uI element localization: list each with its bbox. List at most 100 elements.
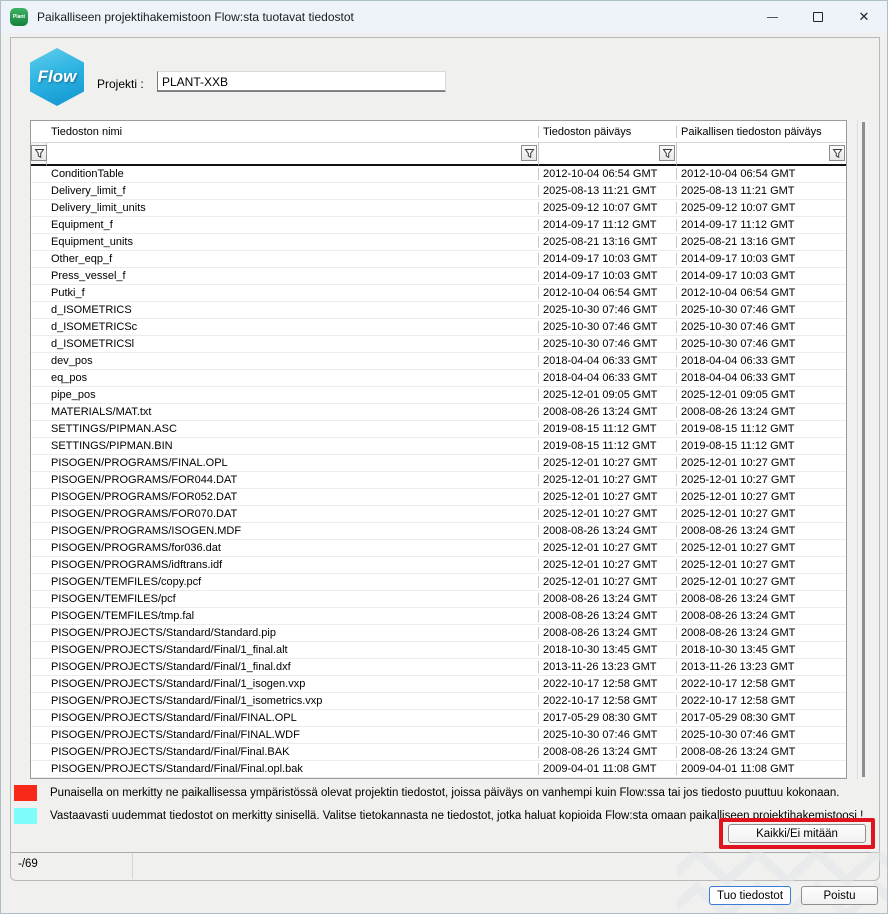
flow-date-cell: 2025-10-30 07:46 GMT bbox=[539, 321, 677, 333]
table-row[interactable]: PISOGEN/TEMFILES/copy.pcf2025-12-01 10:2… bbox=[31, 574, 846, 591]
exit-button[interactable]: Poistu bbox=[801, 886, 878, 905]
red-legend-text: Punaisella on merkitty ne paikallisessa … bbox=[50, 785, 839, 799]
file-name-cell: PISOGEN/PROJECTS/Standard/Final/FINAL.OP… bbox=[47, 712, 539, 724]
table-row[interactable]: Delivery_limit_f2025-08-13 11:21 GMT2025… bbox=[31, 183, 846, 200]
filter-input-local-date[interactable] bbox=[677, 143, 846, 166]
file-count: -/69 bbox=[11, 853, 133, 879]
file-name-cell: pipe_pos bbox=[47, 389, 539, 401]
filter-input-flow-date[interactable] bbox=[539, 143, 677, 166]
local-date-cell: 2012-10-04 06:54 GMT bbox=[677, 168, 846, 180]
local-date-cell: 2025-10-30 07:46 GMT bbox=[677, 729, 846, 741]
local-date-cell: 2017-05-29 08:30 GMT bbox=[677, 712, 846, 724]
flow-date-cell: 2025-12-01 10:27 GMT bbox=[539, 491, 677, 503]
flow-date-cell: 2025-12-01 10:27 GMT bbox=[539, 457, 677, 469]
table-row[interactable]: PISOGEN/PROGRAMS/FOR052.DAT2025-12-01 10… bbox=[31, 489, 846, 506]
maximize-icon bbox=[813, 12, 823, 22]
file-name-cell: d_ISOMETRICSl bbox=[47, 338, 539, 350]
local-date-cell: 2025-10-30 07:46 GMT bbox=[677, 304, 846, 316]
table-row[interactable]: PISOGEN/PROGRAMS/FOR044.DAT2025-12-01 10… bbox=[31, 472, 846, 489]
table-row[interactable]: eq_pos2018-04-04 06:33 GMT2018-04-04 06:… bbox=[31, 370, 846, 387]
table-row[interactable]: d_ISOMETRICSl2025-10-30 07:46 GMT2025-10… bbox=[31, 336, 846, 353]
filter-flow-date-button[interactable] bbox=[659, 145, 675, 161]
local-date-cell: 2025-09-12 10:07 GMT bbox=[677, 202, 846, 214]
table-row[interactable]: Delivery_limit_units2025-09-12 10:07 GMT… bbox=[31, 200, 846, 217]
table-row[interactable]: pipe_pos2025-12-01 09:05 GMT2025-12-01 0… bbox=[31, 387, 846, 404]
flow-logo-text: Flow bbox=[38, 67, 77, 87]
table-row[interactable]: PISOGEN/PROGRAMS/for036.dat2025-12-01 10… bbox=[31, 540, 846, 557]
local-date-cell: 2014-09-17 10:03 GMT bbox=[677, 270, 846, 282]
filter-name-button[interactable] bbox=[521, 145, 537, 161]
table-row[interactable]: SETTINGS/PIPMAN.BIN2019-08-15 11:12 GMT2… bbox=[31, 438, 846, 455]
table-row[interactable]: dev_pos2018-04-04 06:33 GMT2018-04-04 06… bbox=[31, 353, 846, 370]
column-header-name[interactable]: Tiedoston nimi bbox=[47, 126, 539, 138]
table-row[interactable]: PISOGEN/PROJECTS/Standard/Final/1_isogen… bbox=[31, 676, 846, 693]
flow-date-cell: 2008-08-26 13:24 GMT bbox=[539, 746, 677, 758]
flow-date-cell: 2025-08-21 13:16 GMT bbox=[539, 236, 677, 248]
table-row[interactable]: Equipment_units2025-08-21 13:16 GMT2025-… bbox=[31, 234, 846, 251]
table-row[interactable]: PISOGEN/TEMFILES/tmp.fal2008-08-26 13:24… bbox=[31, 608, 846, 625]
scrollbar-thumb[interactable] bbox=[862, 122, 865, 777]
flow-date-cell: 2008-08-26 13:24 GMT bbox=[539, 627, 677, 639]
filter-local-date-button[interactable] bbox=[829, 145, 845, 161]
local-date-cell: 2014-09-17 10:03 GMT bbox=[677, 253, 846, 265]
table-row[interactable]: PISOGEN/TEMFILES/pcf2008-08-26 13:24 GMT… bbox=[31, 591, 846, 608]
table-row[interactable]: PISOGEN/PROJECTS/Standard/Final/Final.op… bbox=[31, 761, 846, 778]
table-header-row: Tiedoston nimi Tiedoston päiväys Paikall… bbox=[31, 121, 846, 143]
maximize-button[interactable] bbox=[795, 1, 841, 33]
table-row[interactable]: PISOGEN/PROGRAMS/ISOGEN.MDF2008-08-26 13… bbox=[31, 523, 846, 540]
funnel-icon bbox=[832, 148, 843, 159]
flow-date-cell: 2022-10-17 12:58 GMT bbox=[539, 678, 677, 690]
table-row[interactable]: PISOGEN/PROJECTS/Standard/Final/FINAL.WD… bbox=[31, 727, 846, 744]
table-row[interactable]: ConditionTable2012-10-04 06:54 GMT2012-1… bbox=[31, 166, 846, 183]
filter-all-button[interactable] bbox=[31, 145, 47, 161]
flow-date-cell: 2025-12-01 09:05 GMT bbox=[539, 389, 677, 401]
file-name-cell: MATERIALS/MAT.txt bbox=[47, 406, 539, 418]
file-name-cell: ConditionTable bbox=[47, 168, 539, 180]
column-header-local-date[interactable]: Paikallisen tiedoston päiväys bbox=[677, 126, 846, 138]
table-row[interactable]: Other_eqp_f2014-09-17 10:03 GMT2014-09-1… bbox=[31, 251, 846, 268]
local-date-cell: 2018-10-30 13:45 GMT bbox=[677, 644, 846, 656]
red-legend-swatch bbox=[14, 785, 37, 801]
table-row[interactable]: PISOGEN/PROJECTS/Standard/Final/FINAL.OP… bbox=[31, 710, 846, 727]
table-row[interactable]: Putki_f2012-10-04 06:54 GMT2012-10-04 06… bbox=[31, 285, 846, 302]
filter-input-name[interactable] bbox=[47, 143, 539, 166]
flow-date-cell: 2018-10-30 13:45 GMT bbox=[539, 644, 677, 656]
file-name-cell: Other_eqp_f bbox=[47, 253, 539, 265]
column-header-flow-date[interactable]: Tiedoston päiväys bbox=[539, 126, 677, 138]
file-name-cell: d_ISOMETRICSc bbox=[47, 321, 539, 333]
table-row[interactable]: d_ISOMETRICSc2025-10-30 07:46 GMT2025-10… bbox=[31, 319, 846, 336]
file-name-cell: d_ISOMETRICS bbox=[47, 304, 539, 316]
table-row[interactable]: Equipment_f2014-09-17 11:12 GMT2014-09-1… bbox=[31, 217, 846, 234]
flow-date-cell: 2009-04-01 11:08 GMT bbox=[539, 763, 677, 775]
local-date-cell: 2025-12-01 10:27 GMT bbox=[677, 491, 846, 503]
select-all-button[interactable]: Kaikki/Ei mitään bbox=[728, 824, 866, 843]
flow-date-cell: 2014-09-17 10:03 GMT bbox=[539, 270, 677, 282]
table-row[interactable]: d_ISOMETRICS2025-10-30 07:46 GMT2025-10-… bbox=[31, 302, 846, 319]
vertical-scrollbar[interactable] bbox=[857, 120, 869, 779]
table-row[interactable]: PISOGEN/PROJECTS/Standard/Final/1_isomet… bbox=[31, 693, 846, 710]
table-row[interactable]: MATERIALS/MAT.txt2008-08-26 13:24 GMT200… bbox=[31, 404, 846, 421]
file-name-cell: PISOGEN/PROJECTS/Standard/Final/Final.BA… bbox=[47, 746, 539, 758]
flow-date-cell: 2008-08-26 13:24 GMT bbox=[539, 610, 677, 622]
funnel-icon bbox=[34, 148, 45, 159]
import-files-button[interactable]: Tuo tiedostot bbox=[709, 886, 791, 905]
filter-cell-all bbox=[31, 143, 47, 166]
funnel-icon bbox=[662, 148, 673, 159]
table-row[interactable]: Press_vessel_f2014-09-17 10:03 GMT2014-0… bbox=[31, 268, 846, 285]
window-controls: ✕ bbox=[749, 1, 887, 33]
project-input[interactable] bbox=[157, 71, 446, 92]
table-row[interactable]: PISOGEN/PROJECTS/Standard/Final/Final.BA… bbox=[31, 744, 846, 761]
local-date-cell: 2025-12-01 10:27 GMT bbox=[677, 508, 846, 520]
table-row[interactable]: PISOGEN/PROGRAMS/FOR070.DAT2025-12-01 10… bbox=[31, 506, 846, 523]
table-row[interactable]: PISOGEN/PROJECTS/Standard/Final/1_final.… bbox=[31, 659, 846, 676]
minimize-button[interactable] bbox=[749, 1, 795, 33]
file-name-cell: PISOGEN/PROGRAMS/FOR044.DAT bbox=[47, 474, 539, 486]
table-row[interactable]: PISOGEN/PROGRAMS/FINAL.OPL2025-12-01 10:… bbox=[31, 455, 846, 472]
table-row[interactable]: PISOGEN/PROJECTS/Standard/Standard.pip20… bbox=[31, 625, 846, 642]
table-row[interactable]: PISOGEN/PROJECTS/Standard/Final/1_final.… bbox=[31, 642, 846, 659]
table-row[interactable]: PISOGEN/PROGRAMS/idftrans.idf2025-12-01 … bbox=[31, 557, 846, 574]
close-button[interactable]: ✕ bbox=[841, 1, 887, 33]
flow-date-cell: 2014-09-17 11:12 GMT bbox=[539, 219, 677, 231]
table-row[interactable]: SETTINGS/PIPMAN.ASC2019-08-15 11:12 GMT2… bbox=[31, 421, 846, 438]
file-name-cell: dev_pos bbox=[47, 355, 539, 367]
